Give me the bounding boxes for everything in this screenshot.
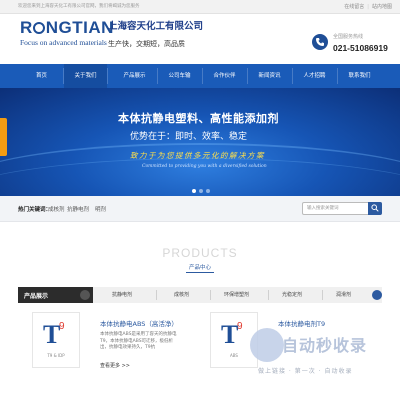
t9-logo-icon: T9 <box>43 320 65 349</box>
watermark-logo-icon <box>250 328 284 362</box>
nav-item-products[interactable]: 产品展示 <box>113 64 156 88</box>
banner-dot[interactable] <box>191 189 196 193</box>
company-name: 上海容天化工有限公司 <box>108 21 204 32</box>
product-description: 本体抗静电ABS是采用了容天的抗静电T9，本体抗静电ABS可迁移，极低析出，抗静… <box>100 332 177 350</box>
category-divider <box>210 290 211 300</box>
nav-item-news[interactable]: 新闻资讯 <box>248 64 291 88</box>
svg-text:9: 9 <box>237 321 243 332</box>
category-item-nucleating[interactable]: 成核剂 <box>174 291 189 298</box>
product-title[interactable]: 本体抗静电ABS（高活净） <box>100 318 178 328</box>
search-box[interactable]: 输入搜索关键词 <box>302 202 382 215</box>
category-item-light-stabilizer[interactable]: 光稳定剂 <box>282 291 302 298</box>
phone-icon <box>312 34 328 50</box>
hot-keywords-label: 热门关键词： <box>18 207 52 213</box>
hot-keyword-link[interactable]: 抗静电剂 <box>67 205 89 213</box>
banner-subline: 优势在于：即时、效率、稳定 <box>130 132 248 142</box>
products-title-cn: 产品中心 <box>188 265 211 271</box>
hero-banner[interactable]: 本体抗静电塑料、高性能添加剂 优势在于：即时、效率、稳定 致力于为您提供多元化的… <box>0 88 400 196</box>
product-thumbnail[interactable]: T9 T9 & IDP <box>32 312 80 368</box>
logo-o-ring-icon <box>33 22 46 34</box>
product-title[interactable]: 本体抗静电剂T9 <box>278 318 325 328</box>
watermark-subtext: 做上链接 · 第一次 · 自动收录 <box>258 368 353 375</box>
nav-item-partners[interactable]: 合作伙伴 <box>203 64 246 88</box>
company-block: 上海容天化工有限公司 生产快，交期短，高品质 <box>108 18 203 49</box>
products-title-underline <box>186 272 214 273</box>
hot-keyword-link[interactable]: 明剂 <box>95 205 106 213</box>
hotline-label: 全国服务热线 <box>333 34 364 40</box>
category-item-lubricant[interactable]: 润滑剂 <box>336 291 351 298</box>
nav-divider <box>107 68 108 84</box>
search-input[interactable]: 输入搜索关键词 <box>307 205 339 211</box>
svg-text:T: T <box>43 320 60 349</box>
product-card[interactable]: T9 T9 & IDP 本体抗静电ABS（高活净） 本体抗静电ABS是采用了容天… <box>18 312 188 374</box>
products-title-en: PRODUCTS <box>162 246 238 260</box>
category-title-block: 产品展示 <box>18 287 93 303</box>
product-more-link[interactable]: 查看更多 >> <box>100 362 130 369</box>
top-link-separator: | <box>367 4 369 10</box>
t9-logo-icon: T9 <box>221 320 243 349</box>
hotline: 全国服务热线 021-51086919 <box>312 31 400 59</box>
nav-item-home[interactable]: 首页 <box>20 64 63 88</box>
watermark-text: 自动秒收录 <box>282 336 368 355</box>
top-bar: 欢迎您来到上海容天化工有限公司官网，我们将竭诚为您服务 在线留言 | 站内地图 <box>0 0 400 14</box>
products-heading: PRODUCTS 产品中心 <box>0 240 400 280</box>
category-next-button[interactable] <box>372 290 382 300</box>
category-item-plasticizer[interactable]: 环保增塑剂 <box>224 291 249 298</box>
banner-headline: 本体抗静电塑料、高性能添加剂 <box>118 112 279 125</box>
category-bar: 产品展示 抗静电剂 成核剂 环保增塑剂 光稳定剂 润滑剂 <box>18 287 382 303</box>
search-button[interactable] <box>368 202 382 215</box>
category-prev-button[interactable] <box>80 290 90 300</box>
welcome-text: 欢迎您来到上海容天化工有限公司官网，我们将竭诚为您服务 <box>18 4 140 9</box>
banner-dot[interactable] <box>198 189 203 193</box>
product-thumb-label: T9 & IDP <box>47 353 65 358</box>
main-nav: 首页 关于我们 产品展示 公司车输 合作伙伴 新闻资讯 人才招聘 联系我们 <box>0 64 400 88</box>
banner-script-english: Committed to providing you with a divers… <box>142 164 267 169</box>
banner-pagination <box>190 186 211 195</box>
company-slogan: 生产快，交期短，高品质 <box>108 40 185 48</box>
hot-keywords-bar: 热门关键词： 成核剂 抗静电剂 明剂 输入搜索关键词 <box>0 196 400 222</box>
svg-text:T: T <box>221 320 238 349</box>
nav-item-workshop[interactable]: 公司车输 <box>158 64 201 88</box>
top-link-message[interactable]: 在线留言 <box>344 3 364 10</box>
nav-item-contact[interactable]: 联系我们 <box>338 64 381 88</box>
top-links: 在线留言 | 站内地图 <box>344 3 392 10</box>
top-link-sitemap[interactable]: 站内地图 <box>372 3 392 10</box>
watermark-overlay: 自动秒收录 做上链接 · 第一次 · 自动收录 <box>250 328 400 388</box>
nav-item-careers[interactable]: 人才招聘 <box>293 64 336 88</box>
banner-script-text: 致力于为您提供多元化的解决方案 <box>130 151 265 160</box>
category-divider <box>268 290 269 300</box>
side-float-tab[interactable] <box>0 118 7 156</box>
nav-item-about[interactable]: 关于我们 <box>64 64 107 88</box>
category-item-antistatic[interactable]: 抗静电剂 <box>112 291 132 298</box>
hot-keyword-link[interactable]: 成核剂 <box>48 205 65 213</box>
category-divider <box>322 290 323 300</box>
category-title: 产品展示 <box>24 293 49 300</box>
hotline-number[interactable]: 021-51086919 <box>333 43 388 53</box>
category-divider <box>156 290 157 300</box>
svg-text:9: 9 <box>59 321 65 332</box>
banner-dot[interactable] <box>205 189 210 193</box>
search-icon <box>371 204 379 212</box>
